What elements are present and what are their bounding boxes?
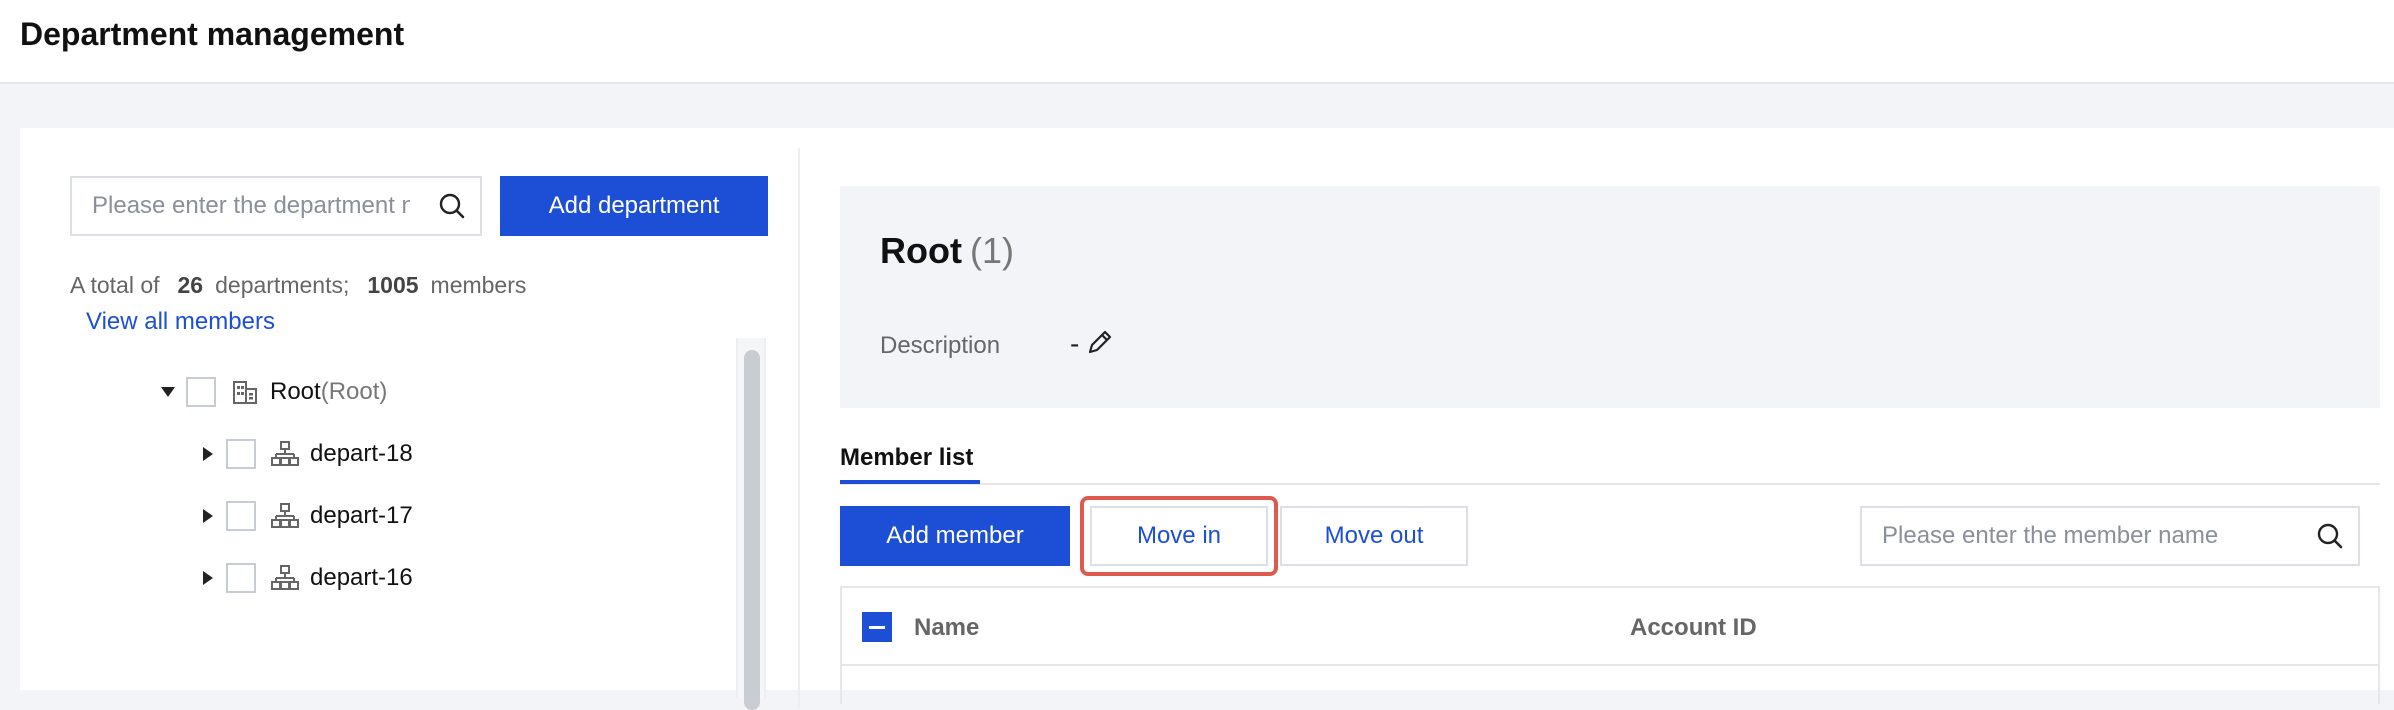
org-chart-icon <box>270 439 300 469</box>
tree-node-root[interactable]: Root (Root) <box>158 372 387 412</box>
description-label: Description <box>880 332 1001 359</box>
department-title: Root (1) <box>880 230 1014 272</box>
tree-node-checkbox[interactable] <box>226 439 256 469</box>
main-card: Add department A total of 26 departments; 1… <box>20 128 2394 710</box>
tab-member-list[interactable]: Member list <box>840 444 973 472</box>
department-summary: A total of 26 departments; 1005 members <box>70 272 526 299</box>
column-header-name[interactable]: Name <box>914 614 979 642</box>
department-search-box[interactable] <box>70 176 482 236</box>
building-icon <box>230 377 260 407</box>
caret-right-icon[interactable] <box>198 444 218 464</box>
tree-node-depart-16[interactable]: depart-16 <box>198 558 413 598</box>
member-search-box[interactable] <box>1860 506 2360 566</box>
tree-node-label[interactable]: depart-16 <box>310 564 413 592</box>
move-out-button[interactable]: Move out <box>1280 506 1468 566</box>
org-chart-icon <box>270 501 300 531</box>
move-in-button[interactable]: Move in <box>1090 506 1268 566</box>
add-department-button[interactable]: Add department <box>500 176 768 236</box>
tree-node-checkbox[interactable] <box>186 377 216 407</box>
summary-members-word: members <box>430 272 527 298</box>
department-search-input[interactable] <box>72 178 412 234</box>
tab-divider <box>840 483 2380 485</box>
search-icon[interactable] <box>2314 520 2346 552</box>
member-search-input[interactable] <box>1862 508 2292 564</box>
tree-node-checkbox[interactable] <box>226 563 256 593</box>
tree-node-label[interactable]: depart-17 <box>310 502 413 530</box>
tree-node-sub: (Root) <box>320 378 388 405</box>
summary-departments-word: departments; <box>215 272 350 298</box>
department-name: Root <box>880 230 962 271</box>
summary-prefix: A total of <box>70 272 160 298</box>
column-header-account-id[interactable]: Account ID <box>1630 614 1757 642</box>
tab-active-indicator <box>840 480 980 484</box>
member-table-header: Name Account ID <box>840 586 2380 666</box>
pencil-edit-icon[interactable] <box>1084 326 1116 358</box>
tree-scrollbar[interactable] <box>736 338 766 710</box>
tree-scrollbar-thumb[interactable] <box>744 350 760 710</box>
tree-node-label[interactable]: Root <box>270 378 321 406</box>
tree-node-checkbox[interactable] <box>226 501 256 531</box>
org-chart-icon <box>270 563 300 593</box>
description-value: - <box>1070 328 1080 359</box>
tree-node-label[interactable]: depart-18 <box>310 440 413 468</box>
caret-down-icon[interactable] <box>158 382 178 402</box>
tree-node-depart-18[interactable]: depart-18 <box>198 434 413 474</box>
department-info-box: Root (1) Description - <box>840 186 2380 408</box>
view-all-members-link[interactable]: View all members <box>86 308 275 336</box>
department-member-count: (1) <box>969 230 1014 271</box>
page-header: Department management <box>0 0 2394 84</box>
select-all-checkbox[interactable] <box>862 612 892 642</box>
search-icon[interactable] <box>436 190 468 222</box>
members-count: 1005 <box>367 272 419 298</box>
caret-right-icon[interactable] <box>198 506 218 526</box>
departments-count: 26 <box>177 272 204 298</box>
page-title: Department management <box>20 16 405 52</box>
panel-divider <box>798 148 800 708</box>
add-member-button[interactable]: Add member <box>840 506 1070 566</box>
tree-node-depart-17[interactable]: depart-17 <box>198 496 413 536</box>
table-row[interactable] <box>840 664 2380 704</box>
caret-right-icon[interactable] <box>198 568 218 588</box>
